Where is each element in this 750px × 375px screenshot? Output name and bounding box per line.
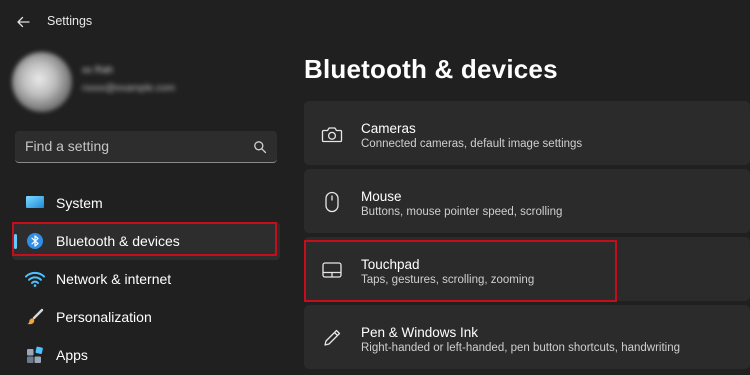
card-title: Mouse — [361, 189, 402, 204]
card-title: Cameras — [361, 121, 416, 136]
card-title: Pen & Windows Ink — [361, 325, 479, 340]
sidebar-item-network-internet[interactable]: Network & internet — [12, 260, 280, 298]
card-title: Touchpad — [361, 257, 420, 272]
card-subtitle: Buttons, mouse pointer speed, scrolling — [361, 206, 563, 218]
sidebar-item-label: System — [56, 195, 103, 211]
sidebar-item-label: Personalization — [56, 309, 152, 325]
apps-icon — [25, 345, 45, 365]
settings-list: Cameras Connected cameras, default image… — [304, 101, 750, 373]
search-icon[interactable] — [253, 140, 267, 154]
sidebar-item-personalization[interactable]: Personalization — [12, 298, 280, 336]
bluetooth-icon — [25, 231, 45, 251]
mouse-icon — [320, 190, 344, 214]
camera-icon — [320, 122, 344, 146]
personalization-icon — [25, 307, 45, 327]
sidebar-item-label: Bluetooth & devices — [56, 233, 180, 249]
card-touchpad[interactable]: Touchpad Taps, gestures, scrolling, zoom… — [304, 237, 750, 301]
page-title: Bluetooth & devices — [304, 54, 558, 84]
card-pen-windows-ink[interactable]: Pen & Windows Ink Right-handed or left-h… — [304, 305, 750, 369]
user-profile[interactable]: xx Rah rxxxx@example.com — [12, 52, 282, 112]
sidebar-item-label: Apps — [56, 347, 88, 363]
card-subtitle: Right-handed or left-handed, pen button … — [361, 342, 681, 354]
avatar[interactable] — [12, 52, 72, 112]
system-icon — [25, 193, 45, 213]
sidebar-item-bluetooth-devices[interactable]: Bluetooth & devices — [12, 222, 280, 260]
title-bar: Settings — [0, 0, 750, 44]
sidebar-item-system[interactable]: System — [12, 184, 280, 222]
pen-icon — [320, 326, 344, 350]
card-cameras[interactable]: Cameras Connected cameras, default image… — [304, 101, 750, 165]
sidebar-item-label: Network & internet — [56, 271, 172, 287]
search-input[interactable] — [25, 138, 245, 154]
profile-name: xx Rah — [82, 65, 114, 76]
touchpad-icon — [320, 258, 344, 282]
card-mouse[interactable]: Mouse Buttons, mouse pointer speed, scro… — [304, 169, 750, 233]
app-title: Settings — [47, 14, 93, 28]
card-subtitle: Connected cameras, default image setting… — [361, 138, 583, 150]
back-button[interactable] — [12, 11, 34, 33]
network-icon — [25, 269, 45, 289]
selection-indicator — [14, 234, 17, 249]
sidebar-nav: System Bluetooth & devices Network & int… — [12, 184, 280, 374]
sidebar-item-apps[interactable]: Apps — [12, 336, 280, 374]
card-subtitle: Taps, gestures, scrolling, zooming — [361, 274, 535, 286]
back-arrow-icon — [17, 16, 30, 28]
search-box[interactable] — [15, 131, 277, 163]
profile-email: rxxxx@example.com — [82, 83, 175, 94]
